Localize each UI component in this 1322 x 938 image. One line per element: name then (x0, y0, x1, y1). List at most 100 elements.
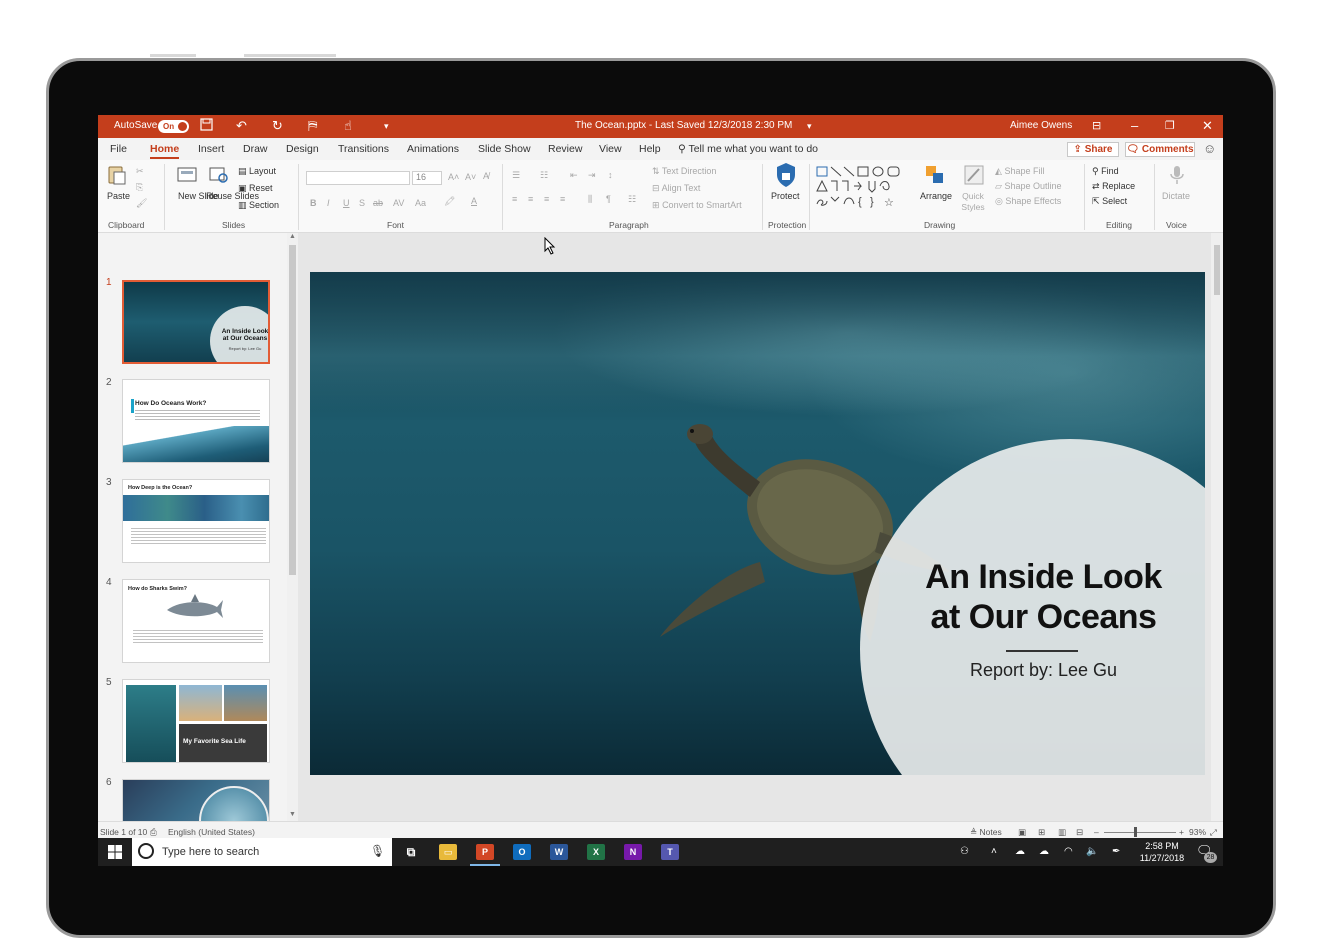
present-icon[interactable]: ⛿ (308, 118, 317, 134)
copy-icon[interactable]: ⎘ (136, 182, 143, 193)
clear-formatting-icon[interactable]: A̸ (483, 171, 489, 181)
layout-button[interactable]: ▤ Layout (238, 166, 276, 177)
tab-draw[interactable]: Draw (243, 143, 268, 155)
slide-sorter-icon[interactable]: ⊞ (1038, 827, 1045, 838)
quick-styles-button[interactable]: Quick Styles (960, 191, 986, 213)
reuse-slides-icon[interactable] (208, 164, 230, 186)
slide-thumbnail-6[interactable] (122, 779, 270, 825)
zoom-slider-thumb[interactable] (1134, 827, 1137, 837)
close-icon[interactable]: ✕ (1202, 118, 1213, 134)
align-text-button[interactable]: ⊟ Align Text (652, 183, 700, 194)
scroll-down-icon[interactable]: ▼ (289, 811, 296, 818)
replace-button[interactable]: ⇄ Replace (1092, 181, 1135, 192)
zoom-slider[interactable] (1104, 832, 1176, 833)
convert-smartart-button[interactable]: ⊞ Convert to SmartArt (652, 200, 742, 211)
dictate-button[interactable]: Dictate (1162, 191, 1190, 201)
spellcheck-icon[interactable]: ⎙ (150, 827, 157, 838)
columns-icon[interactable]: ⫼ (588, 194, 592, 205)
microphone-icon[interactable] (1166, 164, 1188, 186)
teams-icon[interactable]: T (661, 844, 679, 860)
protect-icon[interactable] (775, 162, 797, 188)
tell-me-search[interactable]: ⚲ Tell me what you want to do (678, 143, 818, 155)
quick-styles-icon[interactable] (963, 164, 985, 186)
feedback-smiley-icon[interactable]: ☺ (1203, 141, 1216, 156)
rtl-icon[interactable]: ¶ (606, 194, 611, 204)
shape-effects-button[interactable]: ◎ Shape Effects (995, 196, 1061, 207)
font-color-icon[interactable]: A (471, 196, 477, 206)
font-name-combo[interactable] (306, 171, 410, 185)
windows-start-icon[interactable] (108, 845, 122, 859)
taskbar-search-box[interactable]: Type here to search 🎙 (132, 838, 392, 866)
thumbnail-scrollbar[interactable]: ▲ ▼ (287, 233, 298, 825)
minimize-icon[interactable]: – (1131, 118, 1138, 134)
slide-scrollbar[interactable] (1211, 233, 1223, 825)
columns-alt-icon[interactable]: ☷ (628, 194, 636, 205)
numbering-icon[interactable]: ☷ (540, 170, 548, 181)
onedrive-personal-icon[interactable]: ☁ (1039, 846, 1049, 857)
slide-thumbnail-3[interactable]: How Deep is the Ocean? (122, 479, 270, 563)
select-button[interactable]: ⇱ Select (1092, 196, 1127, 207)
slideshow-view-icon[interactable]: ⊟ (1076, 827, 1083, 838)
save-icon[interactable] (200, 118, 213, 135)
tab-help[interactable]: Help (639, 143, 661, 155)
slide-thumbnail-5[interactable]: My Favorite Sea Life (122, 679, 270, 763)
reading-view-icon[interactable]: ▥ (1058, 827, 1066, 838)
underline-icon[interactable]: U (343, 198, 350, 208)
outlook-icon[interactable]: O (513, 844, 531, 860)
zoom-out-icon[interactable]: – (1094, 827, 1099, 837)
tab-file[interactable]: File (110, 143, 127, 155)
find-button[interactable]: ⚲ Find (1092, 166, 1119, 177)
bullets-icon[interactable]: ☰ (512, 170, 520, 181)
wifi-icon[interactable]: ◠ (1064, 846, 1073, 857)
slide-subtitle[interactable]: Report by: Lee Gu (896, 660, 1191, 681)
shadow-icon[interactable]: S (359, 198, 365, 208)
zoom-level[interactable]: 93% (1189, 827, 1206, 837)
tab-slide-show[interactable]: Slide Show (478, 143, 531, 155)
comments-button[interactable]: 🗨 Comments (1125, 142, 1195, 157)
slide-title[interactable]: An Inside Look at Our Oceans (896, 557, 1191, 637)
shapes-gallery[interactable]: {} ☆ (814, 164, 912, 208)
tab-design[interactable]: Design (286, 143, 319, 155)
paste-icon[interactable] (106, 164, 128, 186)
pen-icon[interactable]: ✒ (1112, 846, 1120, 857)
redo-icon[interactable]: ↻ (272, 118, 283, 134)
word-icon[interactable]: W (550, 844, 568, 860)
change-case-icon[interactable]: Aa (415, 198, 426, 208)
protect-button[interactable]: Protect (771, 191, 800, 201)
system-clock[interactable]: 2:58 PM 11/27/2018 (1138, 840, 1186, 864)
slide-thumbnail-4[interactable]: How do Sharks Swim? (122, 579, 270, 663)
italic-icon[interactable]: I (327, 198, 330, 208)
arrange-icon[interactable] (924, 164, 946, 186)
tab-view[interactable]: View (599, 143, 622, 155)
tab-insert[interactable]: Insert (198, 143, 224, 155)
highlight-icon[interactable]: 🖍 (444, 196, 455, 207)
undo-icon[interactable]: ↶ (236, 118, 247, 134)
title-dropdown-icon[interactable]: ▾ (807, 118, 812, 134)
autosave-toggle[interactable]: On (158, 120, 189, 133)
file-explorer-icon[interactable]: ▭ (439, 844, 457, 860)
zoom-in-icon[interactable]: + (1179, 827, 1184, 837)
tab-review[interactable]: Review (548, 143, 582, 155)
customize-qat-icon[interactable]: ▾ (384, 118, 389, 134)
slide-thumbnail-1[interactable]: An Inside Look at Our Oceans Report by: … (122, 280, 270, 364)
people-icon[interactable]: ⚇ (960, 846, 969, 857)
restore-icon[interactable]: ❐ (1165, 118, 1175, 134)
powerpoint-icon[interactable]: P (476, 844, 494, 860)
align-left-icon[interactable]: ≡ (512, 194, 517, 204)
shape-fill-button[interactable]: ◭ Shape Fill (995, 166, 1044, 177)
volume-icon[interactable]: 🔈 (1086, 846, 1098, 857)
align-center-icon[interactable]: ≡ (528, 194, 533, 204)
microphone-icon[interactable]: 🎙 (370, 844, 385, 858)
scrollbar-thumb[interactable] (1214, 245, 1220, 295)
font-size-combo[interactable]: 16 (412, 171, 442, 185)
scroll-up-icon[interactable]: ▲ (289, 233, 296, 240)
slide-thumbnail-2[interactable]: How Do Oceans Work? (122, 379, 270, 463)
justify-icon[interactable]: ≡ (560, 194, 565, 204)
shape-outline-button[interactable]: ▱ Shape Outline (995, 181, 1061, 192)
arrange-button[interactable]: Arrange (920, 191, 952, 201)
touch-mode-icon[interactable]: ☝ (344, 118, 352, 134)
cut-icon[interactable]: ✂ (136, 166, 144, 177)
share-button[interactable]: ⇪ Share (1067, 142, 1119, 157)
fit-to-window-icon[interactable]: ⤢ (1210, 827, 1217, 838)
paste-button[interactable]: Paste (107, 191, 130, 201)
